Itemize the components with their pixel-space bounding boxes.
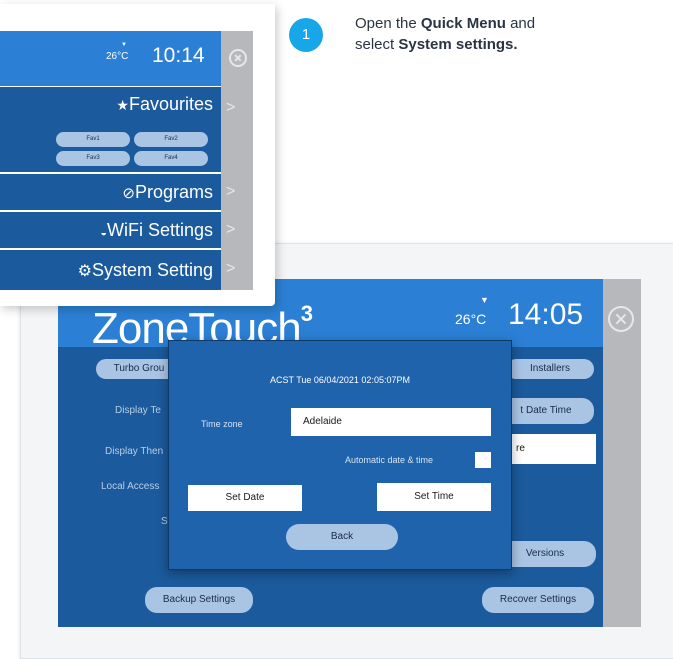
menu-item-wifi-settings[interactable]: ◒WiFi Settings	[0, 212, 221, 248]
step-number-badge: 1	[289, 18, 323, 52]
timezone-field[interactable]: Adelaide	[291, 408, 491, 436]
favourites-chevron-icon: >	[226, 99, 236, 116]
favourite-3-button[interactable]: Fav3	[56, 151, 130, 166]
s-label: S	[161, 516, 168, 527]
display-te-label: Display Te	[115, 405, 161, 416]
favourite-4-button[interactable]: Fav4	[134, 151, 208, 166]
display-then-label: Display Then	[105, 446, 164, 457]
menu-item-system-setting[interactable]: ⚙System Setting	[0, 250, 221, 290]
recover-settings-button[interactable]: Recover Settings	[482, 587, 594, 613]
set-time-button[interactable]: Set Time	[377, 483, 491, 511]
side-field[interactable]: re	[506, 434, 596, 464]
local-access-label: Local Access	[101, 481, 160, 492]
favourite-1-button[interactable]: Fav1	[56, 132, 130, 147]
wifi-chevron-icon: >	[226, 221, 236, 238]
programs-label: ⊘Programs	[122, 182, 213, 202]
auto-datetime-checkbox[interactable]	[475, 452, 491, 468]
menu-item-programs[interactable]: ⊘Programs	[0, 174, 221, 210]
logo-superscript: 3	[300, 301, 313, 326]
menu-item-favourites[interactable]: ★Favourites Fav1 Fav2 Fav3 Fav4	[0, 87, 221, 172]
quick-menu-time: 10:14	[152, 44, 205, 67]
system-setting-label: ⚙System Setting	[77, 260, 213, 280]
gear-icon: ⚙	[77, 263, 92, 280]
system-chevron-icon: >	[226, 260, 236, 277]
wifi-icon: ▼	[480, 295, 489, 305]
date-time-button[interactable]: t Date Time	[498, 398, 594, 424]
auto-datetime-label: Automatic date & time	[345, 455, 434, 465]
quick-menu-screenshot: ▼ 26°C 10:14 ★Favourites Fav1 Fav2 Fav3 …	[0, 4, 275, 306]
system-time: 14:05	[508, 298, 584, 331]
back-button[interactable]: Back	[286, 524, 398, 550]
quick-menu-emphasis: Quick Menu	[420, 15, 506, 32]
current-datetime: ACST Tue 06/04/2021 02:05:07PM	[270, 375, 410, 385]
programs-chevron-icon: >	[226, 183, 236, 200]
instruction-line-1: Open the Quick Menu and	[355, 15, 536, 32]
quick-menu-wifi-icon: ▼	[121, 42, 127, 48]
wifi-settings-icon: ◒	[100, 227, 107, 239]
system-settings-emphasis: System settings.	[398, 36, 518, 53]
installers-button[interactable]: Installers	[506, 359, 594, 379]
favourites-label: ★Favourites	[116, 94, 213, 114]
system-temperature: 26°C	[455, 311, 487, 327]
star-icon: ★	[116, 97, 129, 113]
set-date-button[interactable]: Set Date	[188, 485, 302, 511]
wifi-settings-label: ◒WiFi Settings	[100, 220, 213, 240]
quick-menu-close-icon[interactable]	[229, 49, 247, 67]
instruction-text: Open the Quick Menu and select System se…	[355, 13, 655, 55]
timezone-label: Time zone	[201, 419, 243, 429]
date-time-dialog: ACST Tue 06/04/2021 02:05:07PM Time zone…	[168, 340, 512, 570]
instruction-line-2: select System settings.	[355, 36, 518, 53]
clock-icon: ⊘	[122, 185, 135, 202]
quick-menu-side-strip	[221, 31, 253, 290]
quick-menu-temperature: 26°C	[106, 51, 129, 62]
backup-settings-button[interactable]: Backup Settings	[145, 587, 253, 613]
favourite-2-button[interactable]: Fav2	[134, 132, 208, 147]
system-close-icon[interactable]	[608, 306, 634, 332]
